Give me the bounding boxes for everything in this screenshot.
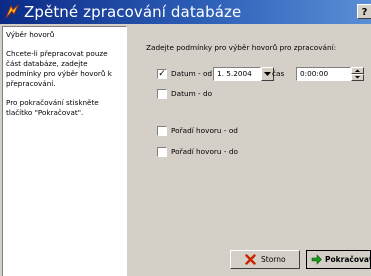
app-icon bbox=[5, 4, 19, 19]
continue-label: Pokračovat bbox=[325, 255, 371, 264]
info-text: Chcete-li přepracovat pouze část databáz… bbox=[6, 49, 112, 88]
cas-spin-up-button[interactable] bbox=[351, 67, 364, 74]
spin-up-icon bbox=[355, 69, 360, 72]
title-bar: Zpětné zpracování databáze ? bbox=[0, 0, 371, 24]
spin-down-icon bbox=[355, 76, 360, 79]
cancel-button[interactable]: Storno bbox=[230, 250, 300, 269]
poradi-od-checkbox[interactable] bbox=[157, 126, 167, 136]
info-heading: Výběr hovorů bbox=[6, 30, 55, 39]
datum-od-checkbox[interactable]: ✓ bbox=[157, 69, 167, 79]
continue-button[interactable]: Pokračovat bbox=[306, 250, 371, 269]
cas-label: čas bbox=[272, 69, 285, 78]
datum-od-field[interactable]: 1. 5.2004 bbox=[213, 67, 261, 81]
cancel-label: Storno bbox=[261, 255, 286, 264]
info-text: Pro pokračování stiskněte tlačítko "Pokr… bbox=[6, 98, 99, 117]
datum-do-checkbox[interactable] bbox=[157, 89, 167, 99]
datum-od-label: Datum - od bbox=[171, 69, 213, 78]
instruction-text: Zadejte podmínky pro výběr hovorů pro zp… bbox=[146, 43, 337, 52]
cas-field[interactable]: 0:00:00 bbox=[296, 67, 351, 81]
datum-do-label: Datum - do bbox=[171, 89, 213, 98]
x-icon bbox=[245, 254, 256, 265]
poradi-do-checkbox[interactable] bbox=[157, 147, 167, 157]
info-panel: Výběr hovorů Chcete-li přepracovat pouze… bbox=[2, 26, 127, 276]
poradi-od-label: Pořadí hovoru - od bbox=[171, 126, 238, 135]
arrow-right-icon bbox=[311, 254, 322, 265]
window-title: Zpětné zpracování databáze bbox=[24, 3, 242, 21]
checkmark-icon: ✓ bbox=[158, 69, 166, 79]
help-button[interactable]: ? bbox=[357, 4, 371, 19]
cas-spin-down-button[interactable] bbox=[351, 74, 364, 81]
poradi-do-label: Pořadí hovoru - do bbox=[171, 147, 238, 156]
